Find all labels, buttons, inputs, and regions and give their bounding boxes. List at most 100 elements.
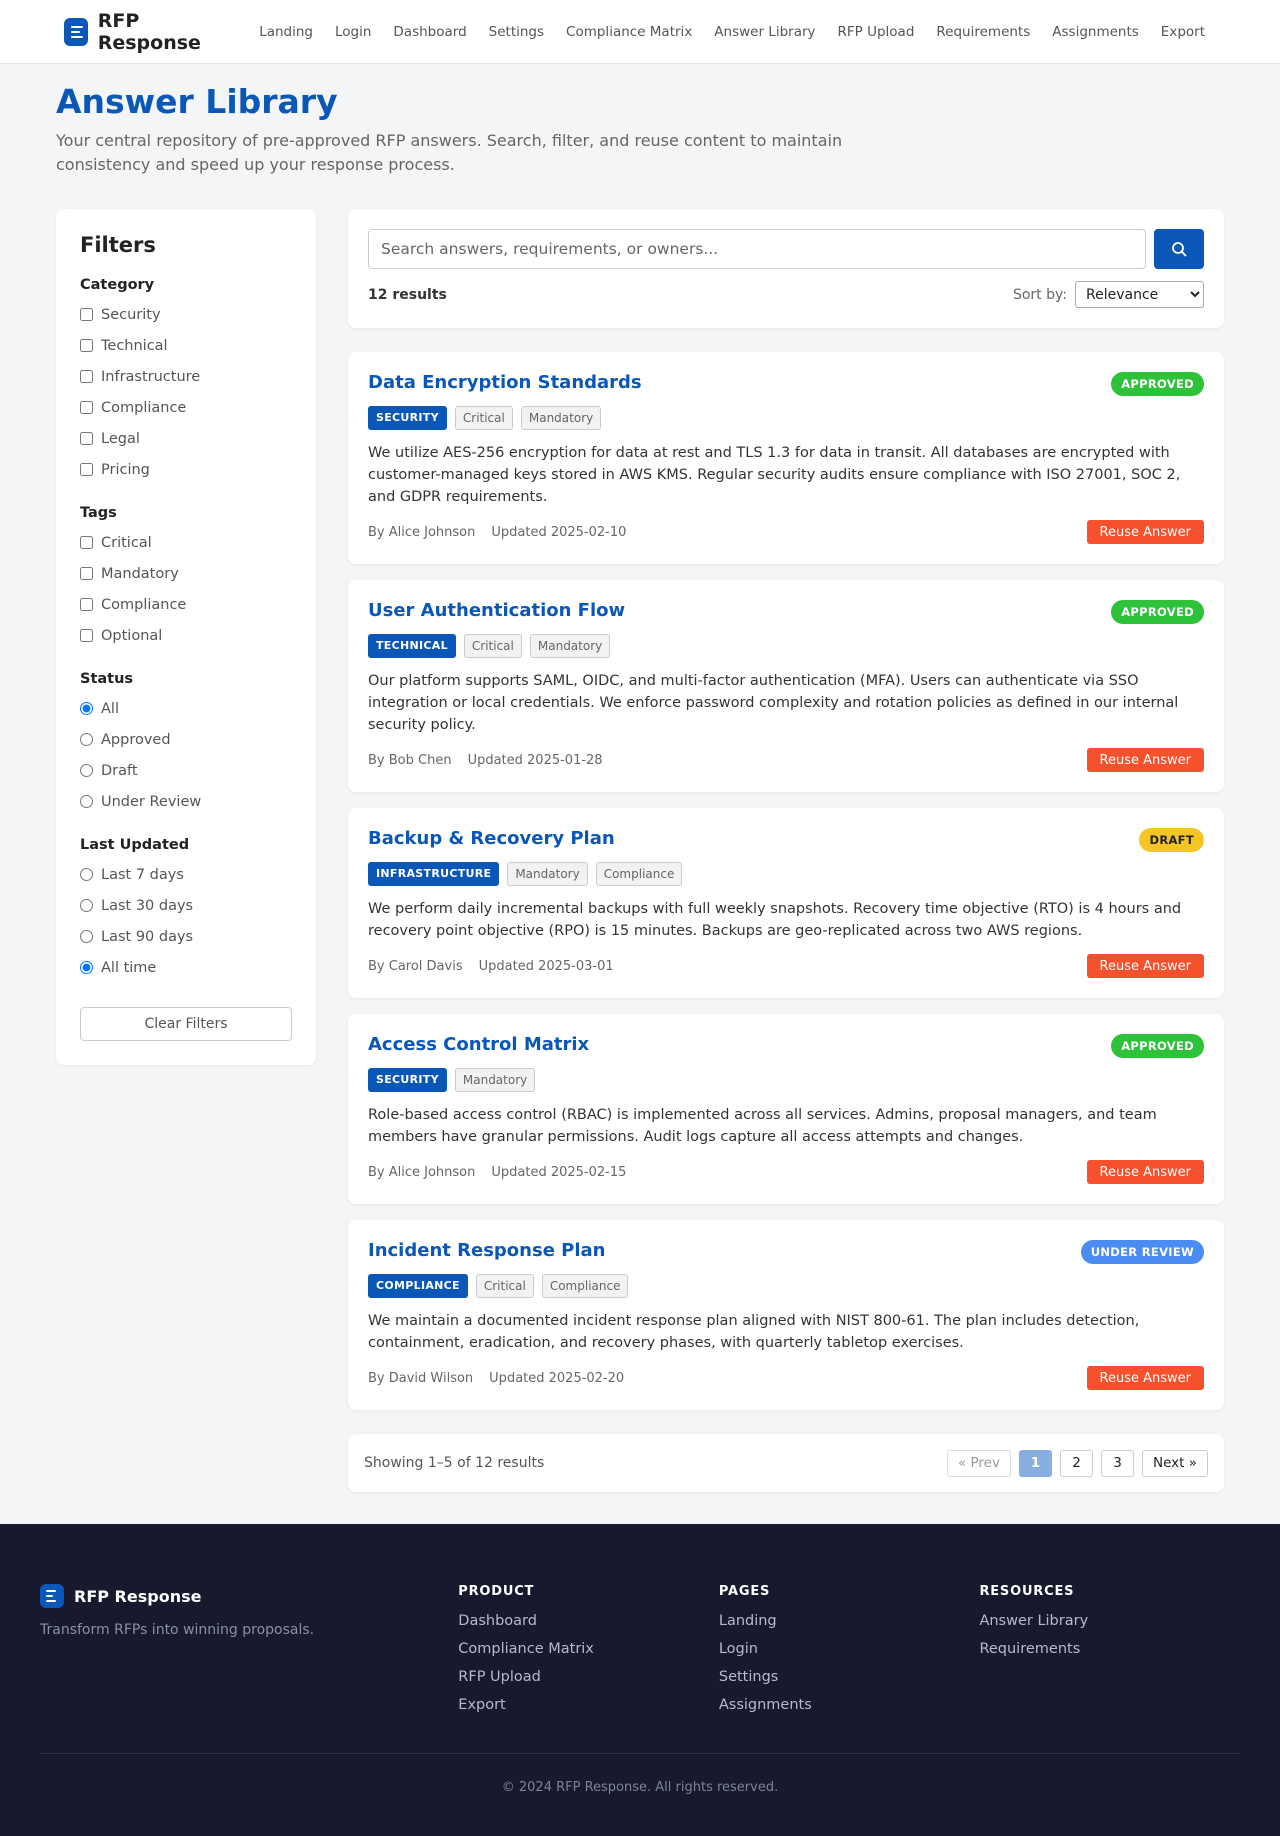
- updated-option-30-days[interactable]: Last 30 days: [80, 890, 292, 921]
- checkbox[interactable]: [80, 598, 93, 611]
- option-label: Last 30 days: [101, 897, 194, 914]
- footer-link[interactable]: Requirements: [979, 1641, 1240, 1657]
- nav-rfp-upload[interactable]: RFP Upload: [827, 24, 926, 40]
- nav-answer-library[interactable]: Answer Library: [703, 24, 826, 40]
- footer-link[interactable]: Settings: [719, 1669, 980, 1685]
- checkbox[interactable]: [80, 567, 93, 580]
- brand[interactable]: RFP Response: [64, 10, 218, 54]
- category-option-pricing[interactable]: Pricing: [80, 454, 292, 485]
- footer-link[interactable]: RFP Upload: [458, 1669, 719, 1685]
- page-subtitle: Your central repository of pre-approved …: [56, 131, 843, 174]
- nav-assignments[interactable]: Assignments: [1041, 24, 1150, 40]
- nav-compliance-matrix[interactable]: Compliance Matrix: [555, 24, 703, 40]
- footer-link[interactable]: Dashboard: [458, 1613, 719, 1629]
- tag-chip: Mandatory: [520, 406, 602, 430]
- footer-link[interactable]: Answer Library: [979, 1613, 1240, 1629]
- checkbox[interactable]: [80, 401, 93, 414]
- reuse-answer-button[interactable]: Reuse Answer: [1086, 520, 1204, 544]
- footer-link[interactable]: Export: [458, 1697, 719, 1713]
- radio[interactable]: [80, 733, 93, 746]
- tag-option-optional[interactable]: Optional: [80, 620, 292, 651]
- updated-option-7-days[interactable]: Last 7 days: [80, 859, 292, 890]
- status-option-all[interactable]: All: [80, 693, 292, 724]
- checkbox[interactable]: [80, 308, 93, 321]
- tag-chip: Compliance: [595, 862, 683, 886]
- page-button-3[interactable]: 3: [1100, 1449, 1134, 1477]
- category-option-infrastructure[interactable]: Infrastructure: [80, 361, 292, 392]
- category-option-compliance[interactable]: Compliance: [80, 392, 292, 423]
- answer-tags: SECURITY Critical Mandatory: [368, 406, 1204, 430]
- checkbox[interactable]: [80, 432, 93, 445]
- next-page-button[interactable]: Next »: [1141, 1449, 1208, 1477]
- nav-settings[interactable]: Settings: [478, 24, 555, 40]
- answer-tags: SECURITY Mandatory: [368, 1068, 1204, 1092]
- status-badge: UNDER REVIEW: [1080, 1240, 1204, 1264]
- radio[interactable]: [80, 795, 93, 808]
- radio[interactable]: [80, 899, 93, 912]
- status-badge: APPROVED: [1111, 372, 1204, 396]
- checkbox[interactable]: [80, 463, 93, 476]
- nav-login[interactable]: Login: [324, 24, 382, 40]
- footer-link[interactable]: Login: [719, 1641, 980, 1657]
- search-button[interactable]: [1154, 229, 1204, 269]
- checkbox[interactable]: [80, 536, 93, 549]
- answer-title[interactable]: Incident Response Plan: [368, 1240, 606, 1261]
- checkbox[interactable]: [80, 339, 93, 352]
- document-lines-icon: [40, 1584, 64, 1608]
- category-option-security[interactable]: Security: [80, 299, 292, 330]
- radio[interactable]: [80, 961, 93, 974]
- radio[interactable]: [80, 764, 93, 777]
- tag-option-compliance[interactable]: Compliance: [80, 589, 292, 620]
- footer-link[interactable]: Compliance Matrix: [458, 1641, 719, 1657]
- reuse-answer-button[interactable]: Reuse Answer: [1086, 1160, 1204, 1184]
- page-button-1[interactable]: 1: [1018, 1449, 1052, 1477]
- option-label: Approved: [101, 731, 171, 748]
- sort-control: Sort by: Relevance: [1013, 281, 1204, 308]
- answer-tags: INFRASTRUCTURE Mandatory Compliance: [368, 862, 1204, 886]
- answer-title[interactable]: Access Control Matrix: [368, 1034, 589, 1055]
- prev-page-button[interactable]: « Prev: [946, 1449, 1011, 1477]
- category-badge: SECURITY: [368, 1068, 447, 1092]
- option-label: Last 90 days: [101, 928, 194, 945]
- page-button-2[interactable]: 2: [1059, 1449, 1093, 1477]
- reuse-answer-button[interactable]: Reuse Answer: [1086, 954, 1204, 978]
- pagination: « Prev 1 2 3 Next »: [946, 1449, 1208, 1477]
- reuse-answer-button[interactable]: Reuse Answer: [1086, 748, 1204, 772]
- answer-updated: Updated 2025-03-01: [478, 958, 614, 974]
- category-option-technical[interactable]: Technical: [80, 330, 292, 361]
- nav-export[interactable]: Export: [1150, 24, 1216, 40]
- tag-option-critical[interactable]: Critical: [80, 527, 292, 558]
- reuse-answer-button[interactable]: Reuse Answer: [1086, 1366, 1204, 1390]
- status-option-draft[interactable]: Draft: [80, 755, 292, 786]
- answer-title[interactable]: Backup & Recovery Plan: [368, 828, 615, 849]
- answer-title[interactable]: User Authentication Flow: [368, 600, 625, 621]
- radio[interactable]: [80, 702, 93, 715]
- filter-group-tags: Tags Critical Mandatory Compliance Optio…: [80, 505, 292, 651]
- filter-group-category: Category Security Technical Infrastructu…: [80, 277, 292, 485]
- checkbox[interactable]: [80, 629, 93, 642]
- footer-link[interactable]: Assignments: [719, 1697, 980, 1713]
- category-option-legal[interactable]: Legal: [80, 423, 292, 454]
- answer-title[interactable]: Data Encryption Standards: [368, 372, 642, 393]
- option-label: Legal: [101, 430, 140, 447]
- content-layout: Filters Category Security Technical Infr…: [56, 209, 1224, 1492]
- radio[interactable]: [80, 868, 93, 881]
- sort-select[interactable]: Relevance: [1075, 281, 1204, 308]
- clear-filters-button[interactable]: Clear Filters: [80, 1007, 292, 1041]
- filter-group-label: Status: [80, 671, 134, 687]
- tag-option-mandatory[interactable]: Mandatory: [80, 558, 292, 589]
- radio[interactable]: [80, 930, 93, 943]
- status-option-approved[interactable]: Approved: [80, 724, 292, 755]
- updated-option-90-days[interactable]: Last 90 days: [80, 921, 292, 952]
- nav-landing[interactable]: Landing: [248, 24, 324, 40]
- updated-option-all-time[interactable]: All time: [80, 952, 292, 983]
- nav-requirements[interactable]: Requirements: [925, 24, 1041, 40]
- status-option-under-review[interactable]: Under Review: [80, 786, 292, 817]
- checkbox[interactable]: [80, 370, 93, 383]
- answer-card: User Authentication Flow APPROVED TECHNI…: [348, 580, 1224, 792]
- answer-updated: Updated 2025-02-10: [491, 524, 627, 540]
- search-input[interactable]: [368, 229, 1146, 269]
- search-row: [368, 229, 1204, 269]
- nav-dashboard[interactable]: Dashboard: [382, 24, 477, 40]
- footer-link[interactable]: Landing: [719, 1613, 980, 1629]
